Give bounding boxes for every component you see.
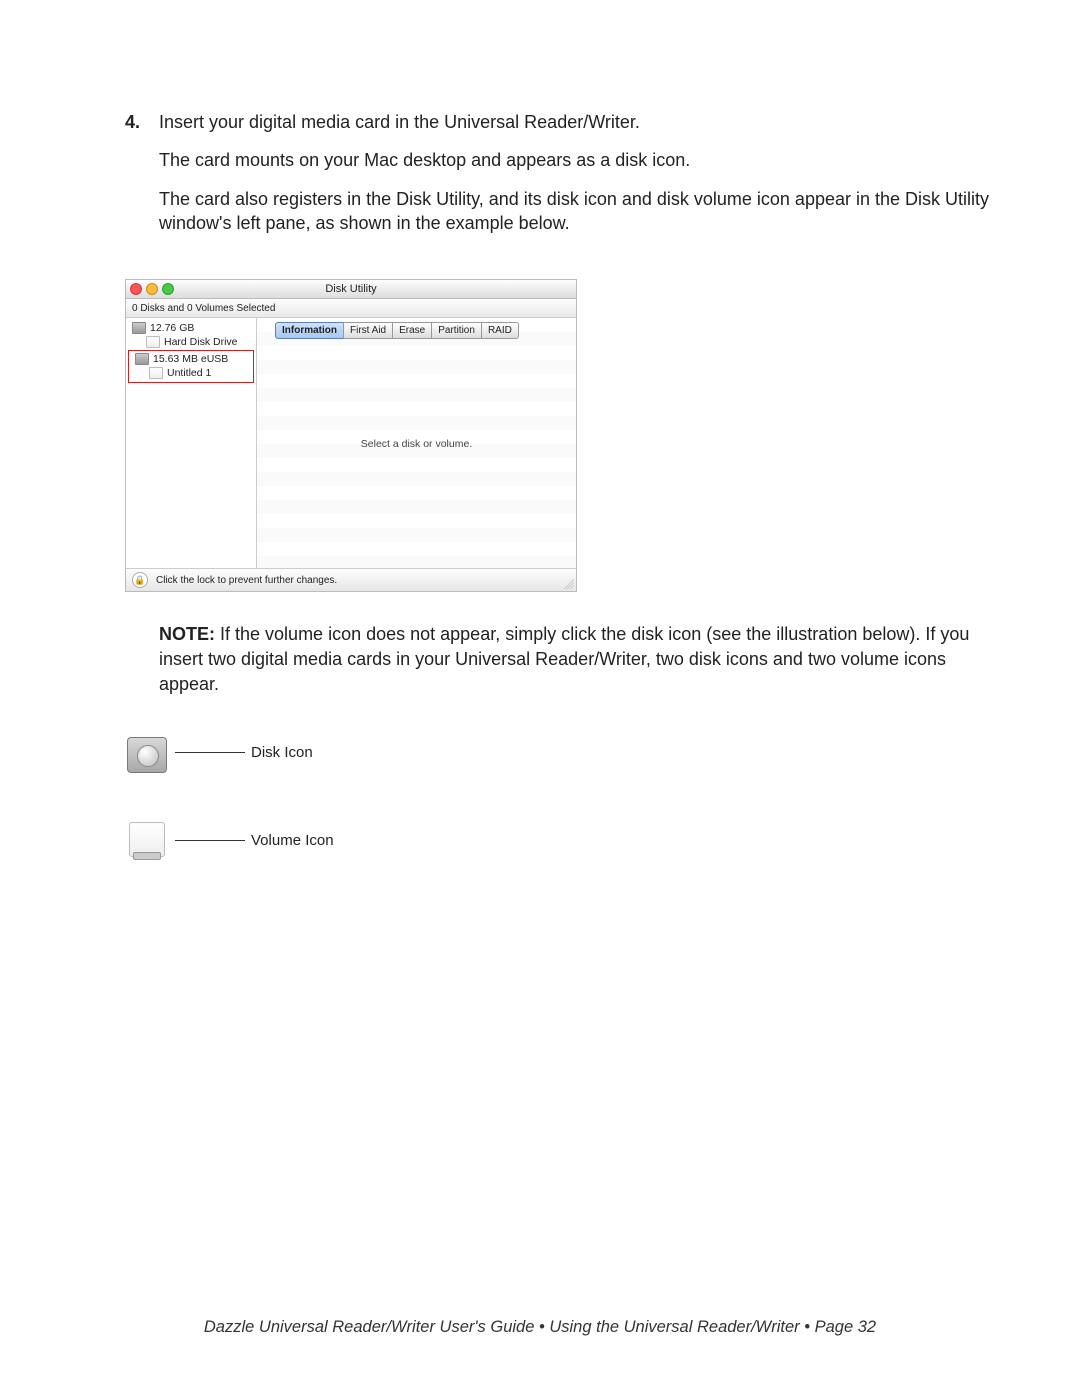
note-text: If the volume icon does not appear, simp…	[159, 624, 969, 694]
resize-handle-icon[interactable]	[564, 579, 574, 589]
content-message: Select a disk or volume.	[257, 438, 576, 450]
sidebar-disk-2-label: 15.63 MB eUSB	[153, 353, 228, 365]
step-line-2: The card mounts on your Mac desktop and …	[159, 148, 990, 172]
highlighted-media: 15.63 MB eUSB Untitled 1	[128, 350, 254, 383]
tab-information[interactable]: Information	[275, 322, 344, 339]
window-title: Disk Utility	[126, 283, 576, 295]
window-titlebar: Disk Utility	[126, 280, 576, 299]
sidebar-volume-1-label: Hard Disk Drive	[164, 336, 238, 348]
volume-icon-label: Volume Icon	[251, 832, 334, 849]
step-number: 4.	[125, 110, 159, 249]
sidebar-disk-1[interactable]: 12.76 GB	[126, 321, 256, 335]
volume-icon	[149, 367, 163, 379]
lock-icon[interactable]: 🔒	[132, 572, 148, 588]
callout-line	[175, 840, 245, 841]
volume-icon	[146, 336, 160, 348]
step-4: 4. Insert your digital media card in the…	[125, 110, 990, 249]
selection-status: 0 Disks and 0 Volumes Selected	[126, 299, 576, 318]
disk-icon	[125, 731, 169, 775]
sidebar-volume-1[interactable]: Hard Disk Drive	[126, 335, 256, 349]
note-label: NOTE:	[159, 624, 215, 644]
sidebar-volume-2-label: Untitled 1	[167, 367, 211, 379]
disk-icon-callout: Disk Icon	[125, 731, 990, 775]
sidebar-disk-1-label: 12.76 GB	[150, 322, 194, 334]
window-body: 12.76 GB Hard Disk Drive 15.63 MB eUSB U…	[126, 318, 576, 568]
step-line-1: Insert your digital media card in the Un…	[159, 110, 990, 134]
page-footer: Dazzle Universal Reader/Writer User's Gu…	[0, 1318, 1080, 1337]
disk-icon-label: Disk Icon	[251, 744, 313, 761]
main-pane: Information First Aid Erase Partition RA…	[257, 318, 576, 568]
lock-hint: Click the lock to prevent further change…	[156, 575, 337, 586]
sidebar-disk-2[interactable]: 15.63 MB eUSB	[129, 352, 253, 366]
callout-line	[175, 752, 245, 753]
sidebar: 12.76 GB Hard Disk Drive 15.63 MB eUSB U…	[126, 318, 257, 568]
volume-icon	[125, 819, 169, 863]
disk-icon	[132, 322, 146, 334]
volume-icon-callout: Volume Icon	[125, 819, 990, 863]
disk-icon	[135, 353, 149, 365]
window-footer: 🔒 Click the lock to prevent further chan…	[126, 568, 576, 591]
tab-bar: Information First Aid Erase Partition RA…	[275, 322, 576, 339]
sidebar-volume-2[interactable]: Untitled 1	[129, 366, 253, 380]
note-paragraph: NOTE: If the volume icon does not appear…	[159, 622, 990, 696]
tab-partition[interactable]: Partition	[431, 322, 482, 339]
step-body: Insert your digital media card in the Un…	[159, 110, 990, 249]
disk-utility-screenshot: Disk Utility 0 Disks and 0 Volumes Selec…	[125, 279, 577, 592]
tab-raid[interactable]: RAID	[481, 322, 519, 339]
tab-erase[interactable]: Erase	[392, 322, 432, 339]
tab-first-aid[interactable]: First Aid	[343, 322, 393, 339]
step-line-3: The card also registers in the Disk Util…	[159, 187, 990, 236]
